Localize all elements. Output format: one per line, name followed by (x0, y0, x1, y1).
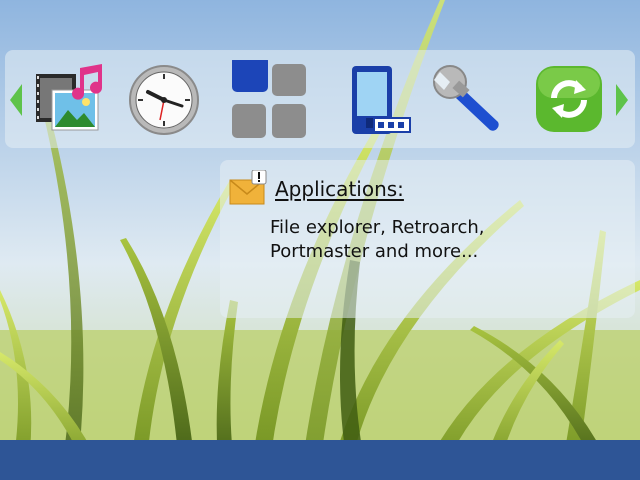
clock-icon[interactable] (124, 60, 204, 140)
scroll-left-arrow-icon[interactable] (10, 84, 22, 116)
bottom-bar (0, 440, 640, 480)
message-envelope-icon (228, 169, 268, 206)
media-gallery-icon[interactable] (30, 60, 110, 140)
sync-refresh-icon[interactable] (532, 60, 612, 140)
panel-title: Applications: (275, 177, 404, 201)
applications-phone-icon[interactable] (340, 60, 420, 140)
panel-description: File explorer, Retroarch, Portmaster and… (270, 217, 485, 262)
menu-grid-icon[interactable] (230, 60, 310, 140)
wrench-settings-icon[interactable] (430, 60, 510, 140)
scroll-right-arrow-icon[interactable] (616, 84, 628, 116)
